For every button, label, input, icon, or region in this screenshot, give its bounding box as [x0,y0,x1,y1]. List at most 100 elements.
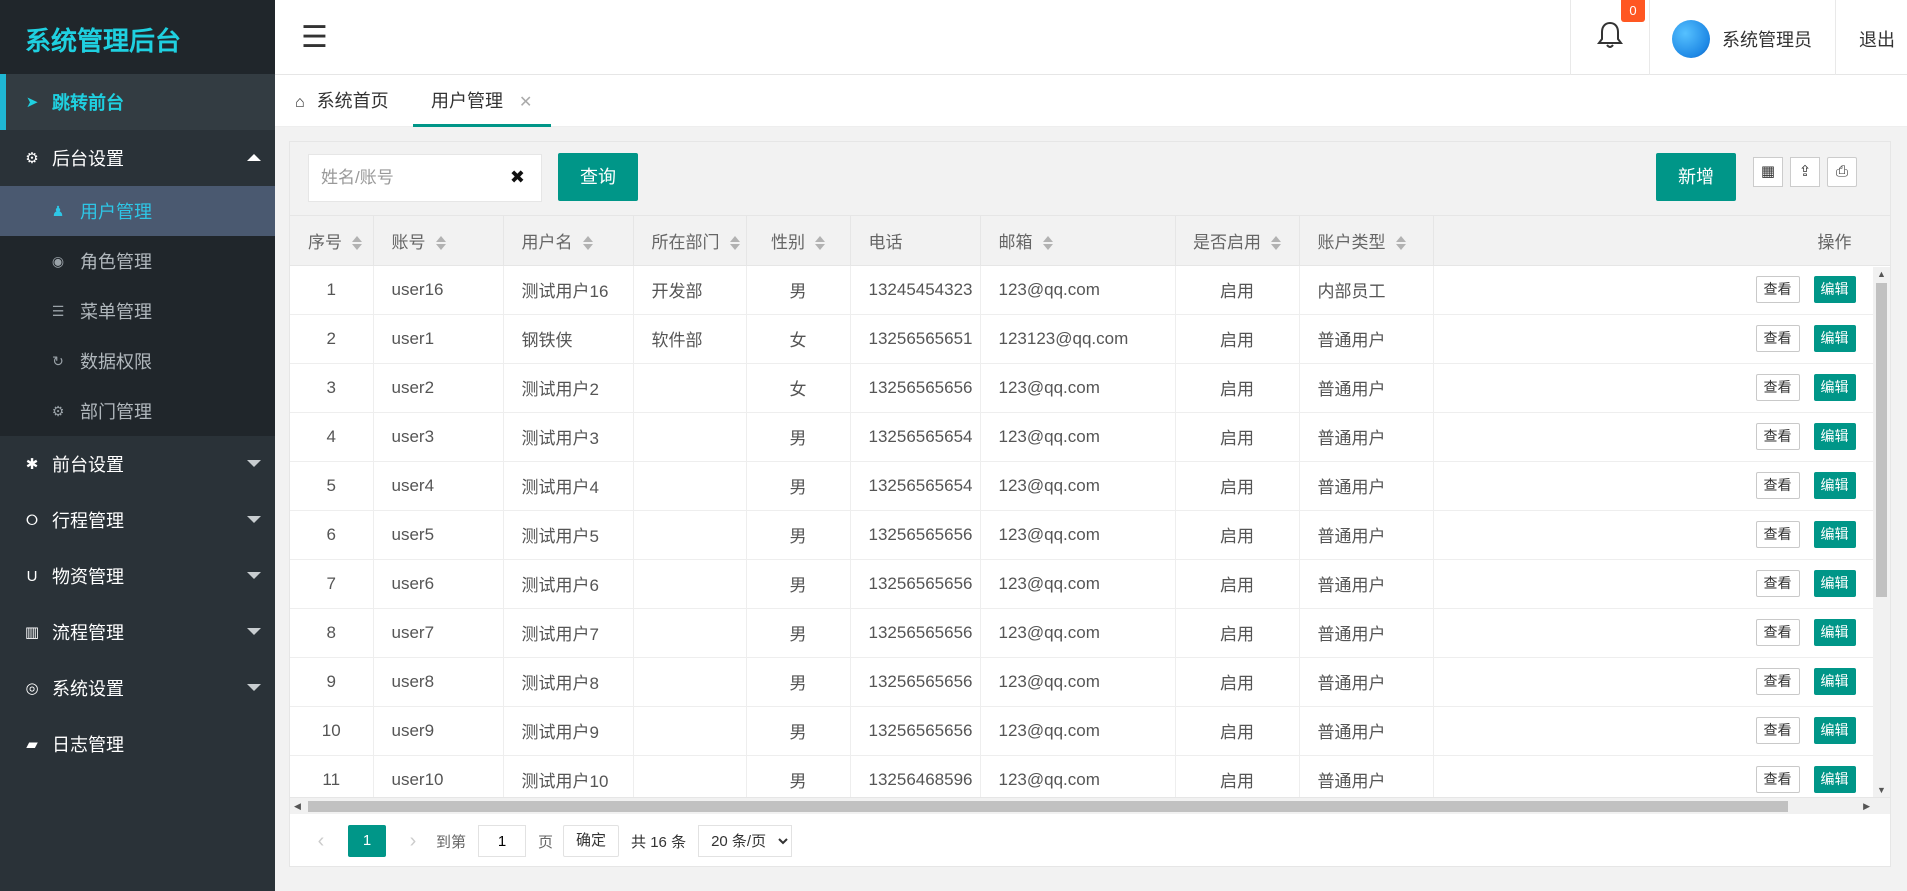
sidebar-item-users[interactable]: ♟ 用户管理 [0,186,275,236]
columns-filter-icon[interactable]: ▦ [1753,157,1783,187]
edit-button[interactable]: 编辑 [1813,717,1856,744]
sidebar-item-front[interactable]: ➤ 跳转前台 [0,74,275,130]
scroll-thumb[interactable] [1876,283,1887,597]
prev-page-icon[interactable]: ‹ [306,830,336,853]
sidebar-item-menus[interactable]: ☰ 菜单管理 [0,286,275,336]
view-button[interactable]: 查看 [1755,325,1800,352]
edit-button[interactable]: 编辑 [1813,472,1856,499]
view-button[interactable]: 查看 [1755,423,1800,450]
scroll-down-icon[interactable]: ▼ [1877,785,1886,795]
sidebar-item-departments[interactable]: ⚙ 部门管理 [0,386,275,436]
avatar[interactable] [1672,20,1710,58]
table-cell: 123123@qq.com [980,314,1176,364]
edit-button[interactable]: 编辑 [1813,521,1856,548]
add-button[interactable]: 新增 [1656,153,1736,201]
sidebar-group-logs[interactable]: ▰ 日志管理 [0,716,275,772]
edit-button[interactable]: 编辑 [1813,276,1856,303]
vertical-scrollbar[interactable]: ▲ ▼ [1873,267,1890,797]
view-button[interactable]: 查看 [1755,619,1800,646]
export-icon[interactable]: ⇪ [1790,157,1820,187]
next-page-icon[interactable]: › [398,830,428,853]
edit-button[interactable]: 编辑 [1813,766,1856,793]
column-header[interactable]: 序号 [290,216,374,266]
circle-icon: ⭘ [25,511,38,529]
sort-icon[interactable] [1271,235,1281,251]
sidebar-group-frontend[interactable]: ✱ 前台设置 [0,436,275,492]
scroll-thumb[interactable] [308,801,1788,812]
sidebar-item-label: 后台设置 [52,149,124,169]
scroll-left-icon[interactable]: ◀ [294,801,301,812]
sidebar-item-data-permission[interactable]: ↻ 数据权限 [0,336,275,386]
view-button[interactable]: 查看 [1755,668,1800,695]
sidebar-item-roles[interactable]: ◉ 角色管理 [0,236,275,286]
column-header[interactable]: 所在部门 [633,216,747,266]
table-cell: 启用 [1175,608,1300,658]
sidebar-group-backend[interactable]: ⚙ 后台设置 [0,130,275,186]
sidebar-group-process[interactable]: ▥ 流程管理 [0,604,275,660]
search-input[interactable] [309,155,499,201]
edit-button[interactable]: 编辑 [1813,325,1856,352]
column-header[interactable]: 性别 [746,216,851,266]
table-cell: 普通用户 [1299,755,1434,797]
column-header[interactable]: 用户名 [503,216,634,266]
view-button[interactable]: 查看 [1755,766,1800,793]
sidebar-group-system[interactable]: ◎ 系统设置 [0,660,275,716]
edit-button[interactable]: 编辑 [1813,619,1856,646]
sort-icon[interactable] [352,235,362,251]
goto-page-input[interactable] [478,825,527,857]
table-row: 10 user9 测试用户9 男 13256565656 123@qq.com 启用 普通用户… [290,706,1890,756]
column-header[interactable]: 账户类型 [1299,216,1434,266]
column-header-label: 账户类型 [1317,232,1386,252]
bell-icon[interactable] [1596,20,1624,50]
sort-icon[interactable] [435,235,446,251]
logout-button[interactable]: 退出 [1859,26,1895,52]
sidebar-group-trips[interactable]: ⭘ 行程管理 [0,492,275,548]
close-icon[interactable]: ✕ [519,94,532,111]
view-button[interactable]: 查看 [1755,472,1800,499]
view-button[interactable]: 查看 [1755,276,1800,303]
goto-confirm-button[interactable]: 确定 [563,825,620,857]
table-cell: 启用 [1175,363,1300,413]
edit-button[interactable]: 编辑 [1813,374,1856,401]
view-button[interactable]: 查看 [1755,717,1800,744]
sort-icon[interactable] [1042,235,1053,251]
edit-button[interactable]: 编辑 [1813,570,1856,597]
sidebar-item-label: 部门管理 [80,402,152,422]
user-name[interactable]: 系统管理员 [1722,26,1812,52]
caret-up-icon [247,154,261,161]
current-page[interactable]: 1 [348,825,386,857]
view-button[interactable]: 查看 [1755,374,1800,401]
sort-icon[interactable] [582,235,593,251]
scroll-right-icon[interactable]: ▶ [1863,801,1870,812]
edit-button[interactable]: 编辑 [1813,668,1856,695]
horizontal-scrollbar[interactable]: ◀ ▶ [290,797,1890,814]
table-cell: 9 [290,657,374,707]
table-cell: 启用 [1175,412,1300,462]
view-button[interactable]: 查看 [1755,570,1800,597]
table-cell: user1 [373,314,504,364]
edit-button[interactable]: 编辑 [1813,423,1856,450]
sidebar-group-supplies[interactable]: U 物资管理 [0,548,275,604]
view-button[interactable]: 查看 [1755,521,1800,548]
column-header[interactable]: 是否启用 [1175,216,1300,266]
column-header-label: 性别 [771,232,805,252]
tab-user-management[interactable]: 用户管理 ✕ [413,75,551,127]
menu-toggle-icon[interactable]: ☰ [301,20,328,55]
column-header[interactable]: 邮箱 [980,216,1176,266]
table-cell: 7 [290,559,374,609]
clear-icon[interactable]: ✖ [510,167,525,188]
page-size-select[interactable]: 20 条/页 [698,825,793,857]
column-header[interactable]: 账号 [373,216,504,266]
tab-home[interactable]: ⌂ 系统首页 [295,75,389,127]
print-icon[interactable]: ⎙ [1827,157,1857,187]
sort-icon[interactable] [1395,235,1406,251]
table-cell: 内部员工 [1299,265,1434,315]
table-cell: 启用 [1175,510,1300,560]
query-button[interactable]: 查询 [558,153,638,201]
sort-icon[interactable] [815,235,825,251]
sort-icon[interactable] [729,235,740,251]
scroll-up-icon[interactable]: ▲ [1877,269,1886,279]
table-cell: 测试用户16 [503,265,634,315]
users-table: 序号 账号 用户名 所在部门 性别 电话 邮箱 是否启用 账户类型 操作 1 us… [290,216,1890,797]
table-cell: 启用 [1175,461,1300,511]
